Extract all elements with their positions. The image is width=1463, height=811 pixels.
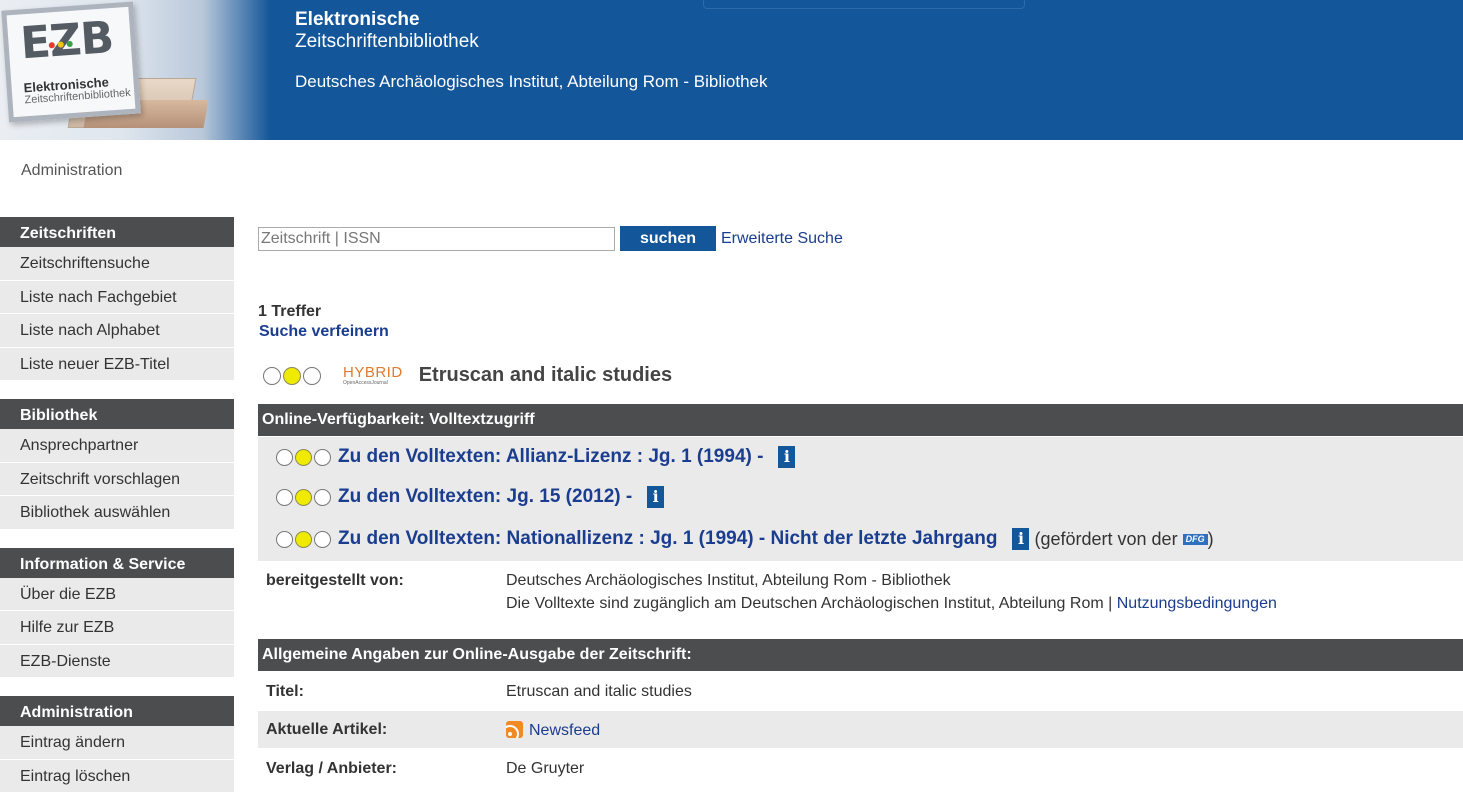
title-value: Etruscan and italic studies (506, 683, 692, 700)
administration-link[interactable]: Administration (21, 162, 122, 180)
sidebar-item-neue-titel[interactable]: Liste neuer EZB-Titel (0, 347, 234, 381)
articles-label: Aktuelle Artikel: (266, 721, 388, 738)
access-note: Die Volltexte sind zugänglich am Deutsch… (506, 595, 1277, 613)
ezb-logo[interactable]: EZB Elektronische Zeitschriftenbibliothe… (0, 0, 270, 140)
fulltext-link-nationallizenz[interactable]: Zu den Volltexten: Nationallizenz : Jg. … (338, 528, 997, 550)
fulltext-access-box: Zu den Volltexten: Allianz-Lizenz : Jg. … (258, 437, 1463, 561)
sidebar-item-bibliothek-auswaehlen[interactable]: Bibliothek auswählen (0, 496, 234, 530)
funding-suffix: ) (1207, 528, 1214, 549)
access-note-text: Die Volltexte sind zugänglich am Deutsch… (506, 595, 1113, 612)
sidebar-item-eintrag-aendern[interactable]: Eintrag ändern (0, 726, 234, 760)
sidebar-group-zeitschriften: Zeitschriften Zeitschriftensuche Liste n… (0, 217, 234, 381)
sidebar-group-information: Information & Service Über die EZB Hilfe… (0, 547, 234, 678)
sidebar-item-dienste[interactable]: EZB-Dienste (0, 644, 234, 678)
hybrid-badge-label: HYBRID (343, 364, 403, 381)
sidebar: Zeitschriften Zeitschriftensuche Liste n… (0, 217, 234, 811)
sidebar-item-zeitschriftensuche[interactable]: Zeitschriftensuche (0, 247, 234, 281)
journal-header: HYBRID OpenAccessJournal Etruscan and it… (263, 364, 672, 387)
header-tab-outline (703, 0, 1025, 9)
search-input[interactable] (258, 227, 615, 251)
terms-of-use-link[interactable]: Nutzungsbedingungen (1117, 595, 1277, 612)
traffic-light-icon (263, 366, 321, 385)
sidebar-item-ueber-ezb[interactable]: Über die EZB (0, 577, 234, 611)
search-button[interactable]: suchen (620, 226, 716, 251)
publisher-value: De Gruyter (506, 760, 585, 777)
provided-by-value: Deutsches Archäologisches Institut, Abte… (506, 572, 951, 589)
sidebar-item-hilfe[interactable]: Hilfe zur EZB (0, 611, 234, 645)
site-title: Elektronische Zeitschriftenbibliothek (295, 9, 479, 53)
sidebar-heading: Information & Service (0, 547, 234, 578)
sidebar-heading: Administration (0, 696, 234, 726)
hybrid-badge-sub: OpenAccessJournal (343, 380, 388, 386)
availability-heading: Online-Verfügbarkeit: Volltextzugriff (258, 404, 1463, 436)
newsfeed-link[interactable]: Newsfeed (529, 722, 600, 739)
info-icon[interactable]: i (647, 486, 665, 508)
general-info-heading: Allgemeine Angaben zur Online-Ausgabe de… (258, 639, 1463, 671)
provided-by-label: bereitgestellt von: (266, 572, 404, 589)
fulltext-link-allianz[interactable]: Zu den Volltexten: Allianz-Lizenz : Jg. … (338, 446, 763, 468)
title-label: Titel: (266, 683, 304, 700)
sidebar-item-alphabet[interactable]: Liste nach Alphabet (0, 314, 234, 348)
site-title-line2: Zeitschriftenbibliothek (295, 31, 479, 52)
sidebar-group-administration: Administration Eintrag ändern Eintrag lö… (0, 696, 234, 793)
institution-name: Deutsches Archäologisches Institut, Abte… (295, 72, 768, 91)
result-count: 1 Treffer (258, 303, 322, 320)
articles-row (258, 711, 1463, 748)
funding-note: (gefördert von der DFG) (1034, 529, 1213, 550)
sidebar-group-bibliothek: Bibliothek Ansprechpartner Zeitschrift v… (0, 399, 234, 530)
traffic-light-icon (276, 488, 331, 506)
access-line: Zu den Volltexten: Jg. 15 (2012) - i (276, 486, 665, 508)
newsfeed: Newsfeed (506, 721, 600, 740)
sidebar-heading: Bibliothek (0, 399, 234, 429)
traffic-light-icon (276, 530, 331, 548)
rss-feed-icon[interactable] (506, 721, 523, 738)
info-icon[interactable]: i (1012, 528, 1030, 550)
sidebar-item-vorschlagen[interactable]: Zeitschrift vorschlagen (0, 462, 234, 496)
refine-search-link[interactable]: Suche verfeinern (259, 323, 389, 341)
site-header: EZB Elektronische Zeitschriftenbibliothe… (0, 0, 1463, 140)
sidebar-item-fachgebiet[interactable]: Liste nach Fachgebiet (0, 280, 234, 314)
advanced-search-link[interactable]: Erweiterte Suche (721, 230, 843, 248)
dfg-logo-icon[interactable]: DFG (1182, 534, 1208, 546)
traffic-light-icon (276, 448, 331, 466)
info-icon[interactable]: i (778, 446, 796, 468)
site-title-line1: Elektronische (295, 9, 420, 30)
hybrid-badge-icon: HYBRID OpenAccessJournal (343, 365, 403, 386)
access-line: Zu den Volltexten: Allianz-Lizenz : Jg. … (276, 446, 796, 468)
sidebar-heading: Zeitschriften (0, 217, 234, 247)
access-line: Zu den Volltexten: Nationallizenz : Jg. … (276, 528, 1214, 550)
fulltext-link-jg15[interactable]: Zu den Volltexten: Jg. 15 (2012) - (338, 486, 632, 508)
funding-prefix: (gefördert von der (1034, 528, 1178, 549)
publisher-label: Verlag / Anbieter: (266, 760, 397, 777)
sidebar-item-eintrag-loeschen[interactable]: Eintrag löschen (0, 759, 234, 793)
journal-title: Etruscan and italic studies (418, 364, 673, 386)
sidebar-item-ansprechpartner[interactable]: Ansprechpartner (0, 429, 234, 463)
